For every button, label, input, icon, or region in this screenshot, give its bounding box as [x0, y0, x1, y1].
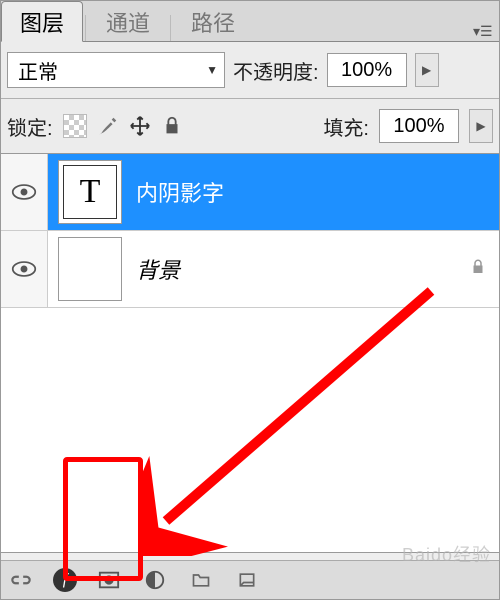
layer-name[interactable]: 内阴影字 — [136, 176, 224, 208]
adjustment-layer-icon[interactable] — [141, 566, 169, 594]
fill-flyout-button[interactable]: ▶ — [469, 109, 493, 143]
layer-thumbnail-text[interactable]: T — [58, 160, 122, 224]
opacity-input[interactable]: 100% — [327, 53, 407, 87]
layer-mask-icon[interactable] — [95, 566, 123, 594]
layer-row[interactable]: 背景 — [1, 231, 499, 308]
layers-bottom-toolbar: f — [1, 560, 499, 599]
layer-style-fx-icon[interactable]: f — [53, 568, 77, 592]
panel-menu-icon[interactable]: ▾☰ — [473, 23, 491, 41]
lock-all-icon[interactable] — [161, 115, 183, 137]
link-layers-icon[interactable] — [7, 566, 35, 594]
opacity-label: 不透明度: — [233, 56, 319, 85]
layers-list: T 内阴影字 背景 — [1, 154, 499, 553]
lock-label: 锁定: — [7, 112, 53, 141]
tab-channels[interactable]: 通道 — [88, 2, 168, 41]
layer-thumbnail[interactable] — [58, 237, 122, 301]
visibility-toggle[interactable] — [1, 154, 48, 230]
blend-mode-value: 正常 — [18, 56, 58, 85]
panel-tab-bar: 图层 通道 路径 ▾☰ — [1, 1, 499, 42]
layer-name[interactable]: 背景 — [136, 253, 180, 285]
layer-content[interactable]: T 内阴影字 — [48, 154, 499, 230]
lock-icon — [469, 258, 487, 281]
lock-move-icon[interactable] — [129, 115, 151, 137]
lock-icons-group — [63, 114, 183, 138]
fill-input[interactable]: 100% — [379, 109, 459, 143]
blend-mode-select[interactable]: 正常 ▼ — [7, 52, 225, 88]
blend-opacity-row: 正常 ▼ 不透明度: 100% ▶ — [1, 42, 499, 99]
tab-separator — [85, 15, 86, 41]
tab-layers[interactable]: 图层 — [1, 1, 83, 42]
layer-row[interactable]: T 内阴影字 — [1, 154, 499, 231]
new-layer-icon[interactable] — [233, 566, 261, 594]
tab-separator — [170, 15, 171, 41]
new-group-icon[interactable] — [187, 566, 215, 594]
layer-content[interactable]: 背景 — [48, 231, 499, 307]
lock-transparency-icon[interactable] — [63, 114, 87, 138]
lock-brush-icon[interactable] — [97, 115, 119, 137]
opacity-flyout-button[interactable]: ▶ — [415, 53, 439, 87]
visibility-toggle[interactable] — [1, 231, 48, 307]
lock-fill-row: 锁定: 填充: 100% ▶ — [1, 99, 499, 154]
chevron-down-icon: ▼ — [206, 63, 218, 77]
fill-label: 填充: — [323, 112, 369, 141]
tab-paths[interactable]: 路径 — [173, 2, 253, 41]
